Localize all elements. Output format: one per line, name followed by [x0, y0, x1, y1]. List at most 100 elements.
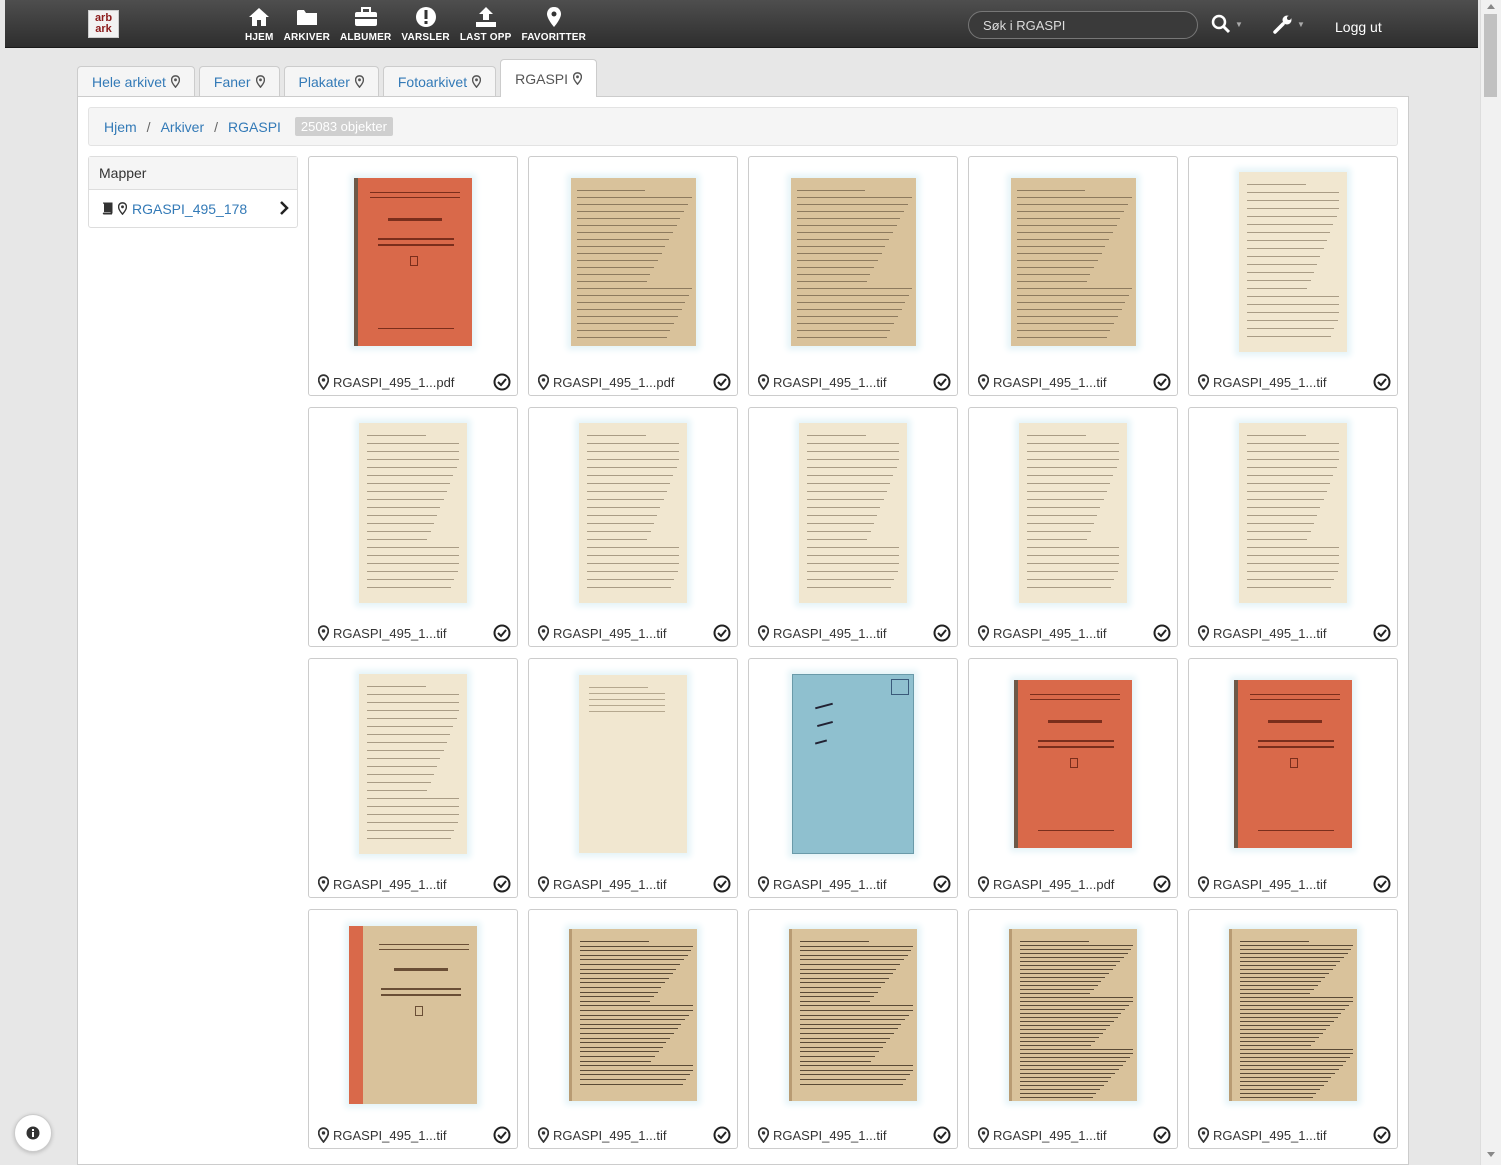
check-circle-icon[interactable] — [1153, 624, 1171, 642]
item-card[interactable]: RGASPI_495_1...pdf — [528, 156, 738, 396]
search-button[interactable]: ▼ — [1211, 14, 1243, 34]
item-card[interactable]: RGASPI_495_1...pdf — [308, 156, 518, 396]
scroll-up-arrow[interactable] — [1487, 4, 1495, 9]
item-card[interactable]: RGASPI_495_1...tif — [1188, 658, 1398, 898]
item-card[interactable]: RGASPI_495_1...tif — [1188, 156, 1398, 396]
item-card[interactable]: RGASPI_495_1...tif — [748, 156, 958, 396]
item-card[interactable]: RGASPI_495_1...tif — [528, 407, 738, 647]
nav-albums[interactable]: ALBUMER — [340, 4, 391, 43]
nav-upload[interactable]: LAST OPP — [460, 4, 512, 43]
settings-button[interactable]: ▼ — [1273, 14, 1305, 34]
item-thumbnail[interactable] — [969, 910, 1177, 1120]
map-marker-icon — [538, 374, 549, 390]
check-circle-icon[interactable] — [493, 1126, 511, 1144]
nav-archives[interactable]: ARKIVER — [284, 4, 330, 43]
check-circle-icon[interactable] — [713, 373, 731, 391]
item-card[interactable]: RGASPI_495_1...tif — [308, 909, 518, 1149]
book-icon — [102, 202, 113, 215]
tab-plakater[interactable]: Plakater — [283, 66, 379, 96]
item-card[interactable]: RGASPI_495_1...tif — [1188, 407, 1398, 647]
item-thumbnail[interactable] — [529, 408, 737, 618]
check-circle-icon[interactable] — [933, 875, 951, 893]
item-thumbnail[interactable] — [749, 408, 957, 618]
item-thumbnail[interactable] — [749, 157, 957, 367]
item-footer: RGASPI_495_1...tif — [749, 620, 957, 646]
check-circle-icon[interactable] — [713, 624, 731, 642]
check-circle-icon[interactable] — [1153, 373, 1171, 391]
check-circle-icon[interactable] — [493, 624, 511, 642]
item-thumbnail[interactable] — [749, 910, 957, 1120]
check-circle-icon[interactable] — [493, 875, 511, 893]
tab-label: Fotoarkivet — [397, 73, 468, 90]
check-circle-icon[interactable] — [713, 1126, 731, 1144]
item-thumbnail[interactable] — [969, 659, 1177, 869]
check-circle-icon[interactable] — [1373, 875, 1391, 893]
check-circle-icon[interactable] — [933, 1126, 951, 1144]
scrollbar-thumb[interactable] — [1484, 14, 1497, 97]
item-thumbnail[interactable] — [1189, 910, 1397, 1120]
info-button[interactable] — [14, 1114, 52, 1152]
page-scrollbar[interactable] — [1480, 0, 1501, 1165]
item-thumbnail[interactable] — [749, 659, 957, 869]
item-card[interactable]: RGASPI_495_1...tif — [528, 909, 738, 1149]
tab-label: Faner — [213, 73, 251, 90]
item-filename: RGASPI_495_1...tif — [1213, 374, 1327, 390]
item-card[interactable]: RGASPI_495_1...pdf — [968, 658, 1178, 898]
document-thumbnail — [570, 178, 696, 346]
search-input[interactable] — [968, 11, 1198, 39]
item-card[interactable]: RGASPI_495_1...tif — [308, 658, 518, 898]
wrench-icon — [1273, 15, 1292, 34]
item-card[interactable]: RGASPI_495_1...tif — [748, 909, 958, 1149]
item-thumbnail[interactable] — [529, 157, 737, 367]
folder-item-label: RGASPI_495_178 — [132, 200, 248, 217]
item-card[interactable]: RGASPI_495_1...tif — [308, 407, 518, 647]
check-circle-icon[interactable] — [1153, 875, 1171, 893]
check-circle-icon[interactable] — [1373, 1126, 1391, 1144]
check-circle-icon[interactable] — [1373, 373, 1391, 391]
folders-panel: Mapper RGASPI_495_178 — [88, 156, 298, 228]
check-circle-icon[interactable] — [1153, 1126, 1171, 1144]
folder-item-rgaspi-495-178[interactable]: RGASPI_495_178 — [89, 190, 297, 227]
item-thumbnail[interactable] — [969, 408, 1177, 618]
tab-fotoarkivet[interactable]: Fotoarkivet — [382, 66, 497, 96]
tab-rgaspi[interactable]: RGASPI — [500, 59, 598, 97]
nav-alerts[interactable]: VARSLER — [401, 4, 450, 43]
item-thumbnail[interactable] — [309, 910, 517, 1120]
item-card[interactable]: RGASPI_495_1...tif — [528, 658, 738, 898]
item-card[interactable]: RGASPI_495_1...tif — [1188, 909, 1398, 1149]
check-circle-icon[interactable] — [933, 624, 951, 642]
item-thumbnail[interactable] — [1189, 659, 1397, 869]
nav-favorites[interactable]: FAVORITTER — [521, 4, 586, 43]
item-card[interactable]: RGASPI_495_1...tif — [968, 407, 1178, 647]
tab-faner[interactable]: Faner — [198, 66, 280, 96]
document-thumbnail — [1014, 680, 1132, 848]
tab-hele-arkivet[interactable]: Hele arkivet — [77, 66, 195, 96]
item-card[interactable]: RGASPI_495_1...tif — [968, 156, 1178, 396]
item-card[interactable]: RGASPI_495_1...tif — [748, 407, 958, 647]
item-thumbnail[interactable] — [529, 910, 737, 1120]
item-thumbnail[interactable] — [1189, 408, 1397, 618]
arbark-logo[interactable]: arb ark — [88, 10, 119, 38]
logo-bottom-text: ark — [95, 23, 112, 35]
item-thumbnail[interactable] — [309, 157, 517, 367]
item-thumbnail[interactable] — [309, 659, 517, 869]
breadcrumb-archives[interactable]: Arkiver — [161, 119, 205, 135]
check-circle-icon[interactable] — [493, 373, 511, 391]
item-thumbnail[interactable] — [529, 659, 737, 869]
item-thumbnail[interactable] — [309, 408, 517, 618]
item-thumbnail[interactable] — [1189, 157, 1397, 367]
nav-home[interactable]: HJEM — [245, 4, 274, 43]
check-circle-icon[interactable] — [1373, 624, 1391, 642]
nav-albums-label: ALBUMER — [340, 32, 392, 43]
document-thumbnail — [1019, 423, 1127, 603]
check-circle-icon[interactable] — [933, 373, 951, 391]
chevron-down-icon: ▼ — [1297, 19, 1305, 29]
logout-link[interactable]: Logg ut — [1335, 19, 1382, 35]
breadcrumb-home[interactable]: Hjem — [104, 119, 137, 135]
scroll-down-arrow[interactable] — [1487, 1152, 1495, 1157]
item-thumbnail[interactable] — [969, 157, 1177, 367]
item-card[interactable]: RGASPI_495_1...tif — [968, 909, 1178, 1149]
breadcrumb-rgaspi[interactable]: RGASPI — [228, 119, 281, 135]
check-circle-icon[interactable] — [713, 875, 731, 893]
item-card[interactable]: RGASPI_495_1...tif — [748, 658, 958, 898]
